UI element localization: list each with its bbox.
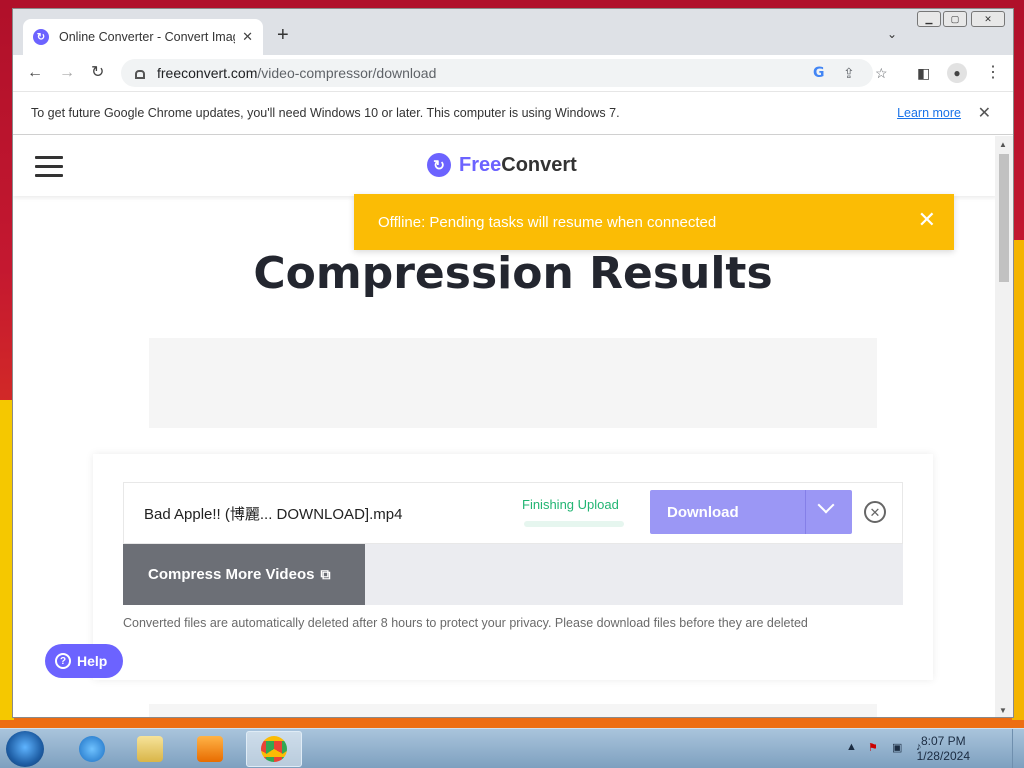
tab-strip: ↻ Online Converter - Convert Imag ✕ + ⌄ …: [13, 9, 1013, 55]
chrome-update-infobar: To get future Google Chrome updates, you…: [13, 91, 1013, 135]
windows-taskbar: ▲ ⚑ ▣ ♪ 8:07 PM 1/28/2024: [0, 728, 1024, 768]
taskbar-chrome[interactable]: [246, 731, 302, 767]
taskbar-clock[interactable]: 8:07 PM 1/28/2024: [917, 734, 970, 764]
scroll-down-icon[interactable]: ▼: [999, 706, 1007, 715]
folder-icon: [137, 736, 163, 762]
remove-file-icon[interactable]: ✕: [864, 501, 886, 523]
help-label: Help: [77, 653, 108, 669]
clock-date: 1/28/2024: [916, 749, 970, 763]
tab-close-icon[interactable]: ✕: [242, 29, 253, 45]
infobar-message: To get future Google Chrome updates, you…: [31, 106, 620, 120]
reload-icon[interactable]: ↻: [91, 64, 104, 82]
tray-expand-icon[interactable]: ▲: [846, 741, 857, 753]
lock-icon: [135, 69, 145, 79]
download-label: Download: [667, 503, 739, 521]
page-content: ↻ Free Convert Offline: Pending tasks wil…: [13, 136, 997, 717]
forward-arrow-icon[interactable]: →: [59, 64, 75, 82]
window-close-icon[interactable]: ✕: [971, 11, 1005, 27]
back-arrow-icon[interactable]: ←: [27, 64, 43, 82]
address-bar[interactable]: freeconvert.com/video-compressor/downloa…: [121, 59, 888, 87]
upload-progress-bar: [524, 521, 624, 527]
browser-toolbar: ← → ↻ freeconvert.com/video-compressor/d…: [13, 55, 1013, 91]
external-link-icon: ⧉: [320, 566, 331, 582]
question-icon: ?: [55, 653, 71, 669]
compress-more-bar: Compress More Videos ⧉: [123, 544, 903, 605]
taskbar-internet-explorer[interactable]: [64, 731, 120, 767]
new-tab-icon[interactable]: +: [277, 25, 289, 45]
google-translate-icon[interactable]: G: [813, 65, 825, 81]
chrome-menu-icon[interactable]: ⋮: [985, 64, 1001, 82]
learn-more-link[interactable]: Learn more: [897, 106, 961, 120]
hamburger-menu-icon[interactable]: [35, 156, 63, 183]
toast-close-icon[interactable]: ✕: [918, 208, 936, 232]
download-divider: [805, 490, 806, 534]
offline-toast: Offline: Pending tasks will resume when …: [354, 194, 954, 250]
taskbar-file-explorer[interactable]: [122, 731, 178, 767]
logo-icon: ↻: [427, 153, 451, 177]
file-name: Bad Apple!! (博麗... DOWNLOAD].mp4: [144, 506, 403, 523]
clock-time: 8:07 PM: [920, 734, 966, 748]
tab-title: Online Converter - Convert Imag: [59, 30, 235, 44]
scroll-up-icon[interactable]: ▲: [999, 140, 1007, 149]
minimize-icon[interactable]: ▁: [917, 11, 941, 27]
infobar-close-icon[interactable]: ✕: [978, 103, 991, 123]
scrollbar-thumb[interactable]: [999, 154, 1009, 282]
show-desktop-button[interactable]: [1012, 729, 1024, 768]
lower-ad-placeholder: [149, 704, 877, 717]
side-panel-icon[interactable]: ◧: [917, 64, 930, 82]
tab-search-chevron-icon[interactable]: ⌄: [887, 27, 897, 41]
chrome-icon: [261, 736, 287, 762]
start-button[interactable]: [6, 731, 44, 767]
bookmark-star-icon[interactable]: ☆: [875, 65, 888, 82]
results-card: Bad Apple!! (博麗... DOWNLOAD].mp4 Finishi…: [93, 454, 933, 680]
freeconvert-logo[interactable]: ↻ Free Convert: [427, 153, 577, 177]
download-button[interactable]: Download: [650, 490, 852, 534]
profile-avatar-icon[interactable]: ●: [947, 63, 967, 83]
privacy-note: Converted files are automatically delete…: [123, 616, 808, 630]
internet-explorer-icon: [79, 736, 105, 762]
taskbar-media-player[interactable]: [182, 731, 238, 767]
page-scrollbar[interactable]: ▲ ▼: [995, 136, 1013, 717]
maximize-icon[interactable]: ▢: [943, 11, 967, 27]
page-title: Compression Results: [253, 248, 773, 299]
status-label: Finishing Upload: [522, 497, 619, 512]
chrome-window: ↻ Online Converter - Convert Imag ✕ + ⌄ …: [12, 8, 1014, 718]
network-icon[interactable]: ▣: [892, 741, 902, 754]
site-header: ↻ Free Convert: [13, 136, 997, 196]
ad-placeholder: [149, 338, 877, 428]
share-icon[interactable]: ⇪: [843, 65, 855, 82]
media-player-icon: [197, 736, 223, 762]
chevron-down-icon[interactable]: [817, 496, 835, 514]
action-center-icon[interactable]: ⚑: [868, 741, 878, 754]
compress-more-button[interactable]: Compress More Videos ⧉: [123, 544, 365, 605]
logo-text-free: Free: [459, 153, 502, 176]
address-url: freeconvert.com/video-compressor/downloa…: [157, 65, 437, 81]
toast-message: Offline: Pending tasks will resume when …: [378, 213, 717, 231]
logo-text-convert: Convert: [501, 153, 577, 176]
file-row: Bad Apple!! (博麗... DOWNLOAD].mp4 Finishi…: [123, 482, 903, 544]
help-button[interactable]: ? Help: [45, 644, 123, 678]
browser-tab[interactable]: ↻ Online Converter - Convert Imag ✕: [23, 19, 263, 55]
freeconvert-favicon-icon: ↻: [33, 29, 49, 45]
compress-more-label: Compress More Videos: [148, 566, 315, 583]
